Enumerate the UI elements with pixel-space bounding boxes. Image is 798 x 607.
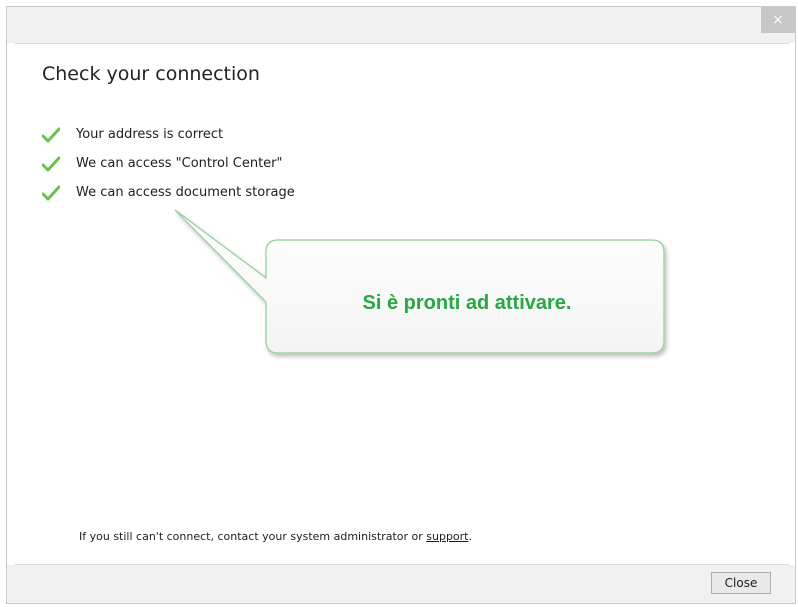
title-bar: × xyxy=(7,7,795,43)
check-icon xyxy=(42,185,60,200)
check-label: We can access document storage xyxy=(76,185,295,200)
check-item-document-storage: We can access document storage xyxy=(42,178,295,207)
check-icon xyxy=(42,156,60,171)
help-text-prefix: If you still can't connect, contact your… xyxy=(79,530,427,543)
check-label: Your address is correct xyxy=(76,127,224,142)
check-item-address: Your address is correct xyxy=(42,120,295,149)
support-link[interactable]: support xyxy=(426,530,468,543)
close-button[interactable]: Close xyxy=(711,572,771,594)
help-text: If you still can't connect, contact your… xyxy=(79,530,472,543)
window-close-button[interactable]: × xyxy=(761,7,795,33)
check-item-control-center: We can access "Control Center" xyxy=(42,149,295,178)
page-title: Check your connection xyxy=(42,63,260,85)
button-bar: Close xyxy=(7,565,795,603)
help-text-suffix: . xyxy=(468,530,473,543)
check-list: Your address is correct We can access "C… xyxy=(42,120,295,207)
close-icon: × xyxy=(772,12,784,28)
callout-text: Si è pronti ad attivare. xyxy=(362,292,572,314)
check-label: We can access "Control Center" xyxy=(76,156,283,171)
check-icon xyxy=(42,127,60,142)
